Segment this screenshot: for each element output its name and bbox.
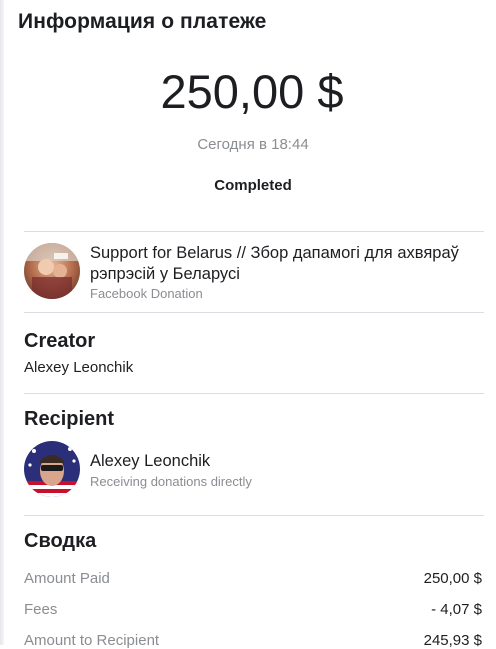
summary-row-value: 245,93 $ (423, 632, 482, 649)
creator-heading: Creator (24, 330, 96, 352)
creator-name[interactable]: Alexey Leonchik (24, 359, 133, 376)
summary-row-label: Amount to Recipient (24, 632, 160, 649)
divider (24, 515, 484, 516)
recipient-heading: Recipient (24, 408, 115, 430)
fundraiser-avatar[interactable] (24, 243, 80, 299)
summary-heading: Сводка (24, 530, 97, 552)
fundraiser-subtitle: Facebook Donation (90, 286, 203, 301)
fundraiser-title[interactable]: Support for Belarus // Збор дапамогі для… (90, 243, 470, 285)
fundraiser-photo-icon (24, 243, 80, 299)
divider (24, 312, 484, 313)
recipient-photo-icon (24, 441, 80, 497)
divider (24, 393, 484, 394)
page-title: Информация о платеже (18, 10, 267, 33)
payment-status: Completed (214, 177, 292, 194)
recipient-avatar[interactable] (24, 441, 80, 497)
recipient-subtitle: Receiving donations directly (90, 474, 252, 489)
summary-row-label: Amount Paid (24, 570, 110, 587)
summary-row-value: - 4,07 $ (431, 601, 482, 618)
divider (24, 231, 484, 232)
summary-row-label: Fees (24, 601, 58, 618)
payment-date: Сегодня в 18:44 (197, 136, 309, 153)
summary-row-value: 250,00 $ (423, 570, 482, 587)
recipient-name[interactable]: Alexey Leonchik (90, 452, 210, 471)
payment-amount: 250,00 $ (160, 65, 344, 118)
